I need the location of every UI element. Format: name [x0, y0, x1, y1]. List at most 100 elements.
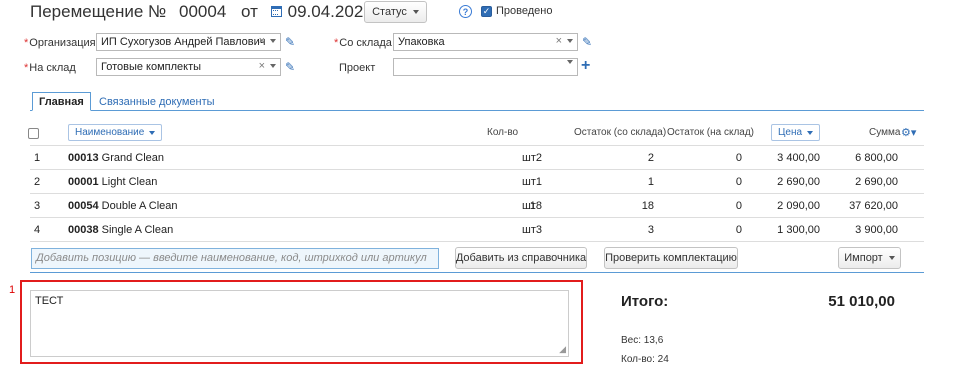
to-warehouse-label-text: На склад [29, 62, 76, 74]
tab-main[interactable]: Главная [32, 92, 91, 111]
project-label: Проект [339, 62, 376, 74]
column-qty-header: Кол-во [487, 127, 519, 138]
calendar-icon[interactable] [270, 6, 282, 17]
chevron-down-icon [807, 130, 814, 135]
column-settings-gear-icon[interactable]: ⚙▾ [901, 126, 916, 139]
item-price[interactable]: 1 300,00 [777, 224, 820, 236]
item-name[interactable]: 00013 Grand Clean [68, 152, 164, 164]
item-rest-from: 1 [647, 176, 654, 188]
posted-label: Проведено [496, 5, 553, 17]
row-number: 3 [34, 200, 41, 212]
table-row[interactable]: 1 00013 Grand Clean 2 шт 2 0 3 400,00 6 … [30, 145, 924, 169]
table-row[interactable]: 3 00054 Double A Clean 18 шт 18 0 2 090,… [30, 193, 924, 217]
section-divider [30, 272, 924, 273]
total-label: Итого: [621, 293, 669, 310]
item-rest-to: 0 [735, 224, 742, 236]
from-warehouse-label-text: Со склада [339, 37, 392, 49]
item-unit: шт [522, 152, 536, 164]
edit-pencil-icon[interactable]: ✎ [285, 35, 295, 49]
item-rest-to: 0 [735, 176, 742, 188]
import-button[interactable]: Импорт [838, 247, 901, 269]
dropdown-icon[interactable] [567, 60, 573, 64]
column-name-label: Наименование [75, 127, 145, 138]
item-code: 00013 [68, 152, 99, 164]
item-unit: шт [522, 200, 536, 212]
table-row[interactable]: 2 00001 Light Clean 1 шт 1 0 2 690,00 2 … [30, 169, 924, 193]
check-kit-button[interactable]: Проверить комплектацию [604, 247, 738, 269]
status-button[interactable]: Статус [364, 1, 427, 23]
column-sum-header: Сумма [869, 127, 901, 138]
to-warehouse-label: *На склад [24, 62, 76, 74]
row-number: 4 [34, 224, 41, 236]
item-title: Double A Clean [101, 200, 178, 212]
row-divider [30, 241, 924, 242]
to-warehouse-field[interactable]: Готовые комплекты × [96, 58, 281, 76]
add-from-catalog-button[interactable]: Добавить из справочника [455, 247, 587, 269]
to-warehouse-value: Готовые комплекты [101, 61, 202, 73]
item-rest-from: 3 [647, 224, 654, 236]
column-price-sort-button[interactable]: Цена [771, 124, 821, 141]
add-position-input[interactable]: Добавить позицию — введите наименование,… [31, 248, 439, 269]
org-field[interactable]: ИП Сухогузов Андрей Павлович × [96, 33, 281, 51]
table-row[interactable]: 4 00038 Single A Clean 3 шт 3 0 1 300,00… [30, 217, 924, 241]
row-number: 1 [34, 152, 41, 164]
annotation-number: 1 [9, 284, 16, 296]
item-code: 00038 [68, 224, 99, 236]
item-unit: шт [522, 176, 536, 188]
from-warehouse-label: *Со склада [334, 37, 392, 49]
title-prefix: Перемещение № [30, 2, 167, 21]
chevron-down-icon [888, 256, 895, 260]
qty-info: Кол-во: 24 [621, 354, 669, 365]
item-qty[interactable]: 2 [536, 152, 542, 164]
help-icon[interactable]: ? [459, 5, 472, 18]
clear-icon[interactable]: × [259, 60, 265, 72]
row-number: 2 [34, 176, 41, 188]
item-name[interactable]: 00054 Double A Clean [68, 200, 178, 212]
clear-icon[interactable]: × [556, 35, 562, 47]
add-project-plus-icon[interactable]: + [581, 57, 590, 75]
dropdown-icon[interactable] [270, 64, 276, 68]
item-code: 00054 [68, 200, 99, 212]
from-warehouse-value: Упаковка [398, 36, 445, 48]
status-button-label: Статус [372, 6, 407, 18]
item-name[interactable]: 00001 Light Clean [68, 176, 157, 188]
item-qty[interactable]: 3 [536, 224, 542, 236]
item-unit: шт [522, 224, 536, 236]
posted-checkbox[interactable]: ✓ [481, 6, 492, 17]
comment-text: ТЕСТ [35, 295, 64, 307]
resize-handle-icon[interactable]: ◢ [559, 344, 566, 355]
item-rest-from: 2 [647, 152, 654, 164]
item-price[interactable]: 2 690,00 [777, 176, 820, 188]
item-code: 00001 [68, 176, 99, 188]
dropdown-icon[interactable] [270, 39, 276, 43]
doc-number: 00004 [179, 2, 227, 21]
item-sum: 2 690,00 [855, 176, 898, 188]
column-rest-from-header: Остаток (со склада) [574, 127, 667, 138]
item-price[interactable]: 3 400,00 [777, 152, 820, 164]
column-rest-to-header: Остаток (на склад) [667, 127, 755, 138]
item-title: Grand Clean [101, 152, 165, 164]
import-button-label: Импорт [844, 252, 883, 264]
item-sum: 6 800,00 [855, 152, 898, 164]
dropdown-icon[interactable] [567, 39, 573, 43]
item-price[interactable]: 2 090,00 [777, 200, 820, 212]
comment-textarea[interactable]: ТЕСТ ◢ [30, 290, 569, 357]
from-warehouse-field[interactable]: Упаковка × [393, 33, 578, 51]
project-field[interactable] [393, 58, 578, 76]
item-rest-to: 0 [735, 152, 742, 164]
column-name-sort-button[interactable]: Наименование [68, 124, 163, 141]
select-all-checkbox[interactable] [28, 128, 39, 139]
tab-related-documents[interactable]: Связанные документы [93, 92, 221, 111]
chevron-down-icon [149, 130, 156, 135]
weight-info: Вес: 13,6 [621, 335, 664, 346]
item-title: Single A Clean [101, 224, 174, 236]
clear-icon[interactable]: × [259, 35, 265, 47]
edit-pencil-icon[interactable]: ✎ [285, 60, 295, 74]
org-value: ИП Сухогузов Андрей Павлович [101, 36, 266, 48]
item-qty[interactable]: 1 [536, 176, 542, 188]
item-rest-from: 18 [641, 200, 654, 212]
total-value: 51 010,00 [828, 293, 895, 310]
item-name[interactable]: 00038 Single A Clean [68, 224, 173, 236]
edit-pencil-icon[interactable]: ✎ [582, 35, 592, 49]
item-title: Light Clean [101, 176, 158, 188]
